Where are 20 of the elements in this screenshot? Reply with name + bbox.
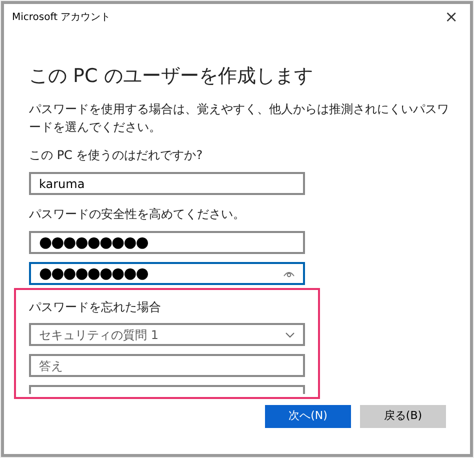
chevron-down-icon xyxy=(285,332,295,338)
name-field[interactable]: karuma xyxy=(29,172,305,195)
eye-icon[interactable] xyxy=(283,270,295,278)
password-label: パスワードの安全性を高めてください。 xyxy=(29,206,246,223)
field-value: karuma xyxy=(39,176,85,192)
user-label: この PC を使うのはだれですか? xyxy=(29,147,204,164)
recovery-label: パスワードを忘れた場合 xyxy=(29,299,162,316)
next-button[interactable]: 次へ(N) xyxy=(265,405,351,428)
back-button[interactable]: 戻る(B) xyxy=(360,405,446,428)
field-value: ●●●●●●●●● xyxy=(39,266,148,281)
answer-field[interactable]: 答え xyxy=(29,354,305,377)
password-field[interactable]: ●●●●●●●●● xyxy=(29,231,305,254)
dropdown-value: セキュリティの質問 1 xyxy=(39,326,158,344)
description-text: パスワードを使用する場合は、覚えやすく、他人からは推測されにくいパスワードを選んでください。 xyxy=(29,101,450,136)
window-title: Microsoft アカウント xyxy=(12,10,111,24)
question-dropdown[interactable]: セキュリティの質問 1 xyxy=(29,323,305,346)
field-value: ●●●●●●●●● xyxy=(39,235,148,250)
password-field[interactable]: ●●●●●●●●● xyxy=(29,262,305,285)
close-button[interactable]: × xyxy=(444,9,458,25)
dialog-heading: この PC のユーザーを作成します xyxy=(29,64,314,88)
